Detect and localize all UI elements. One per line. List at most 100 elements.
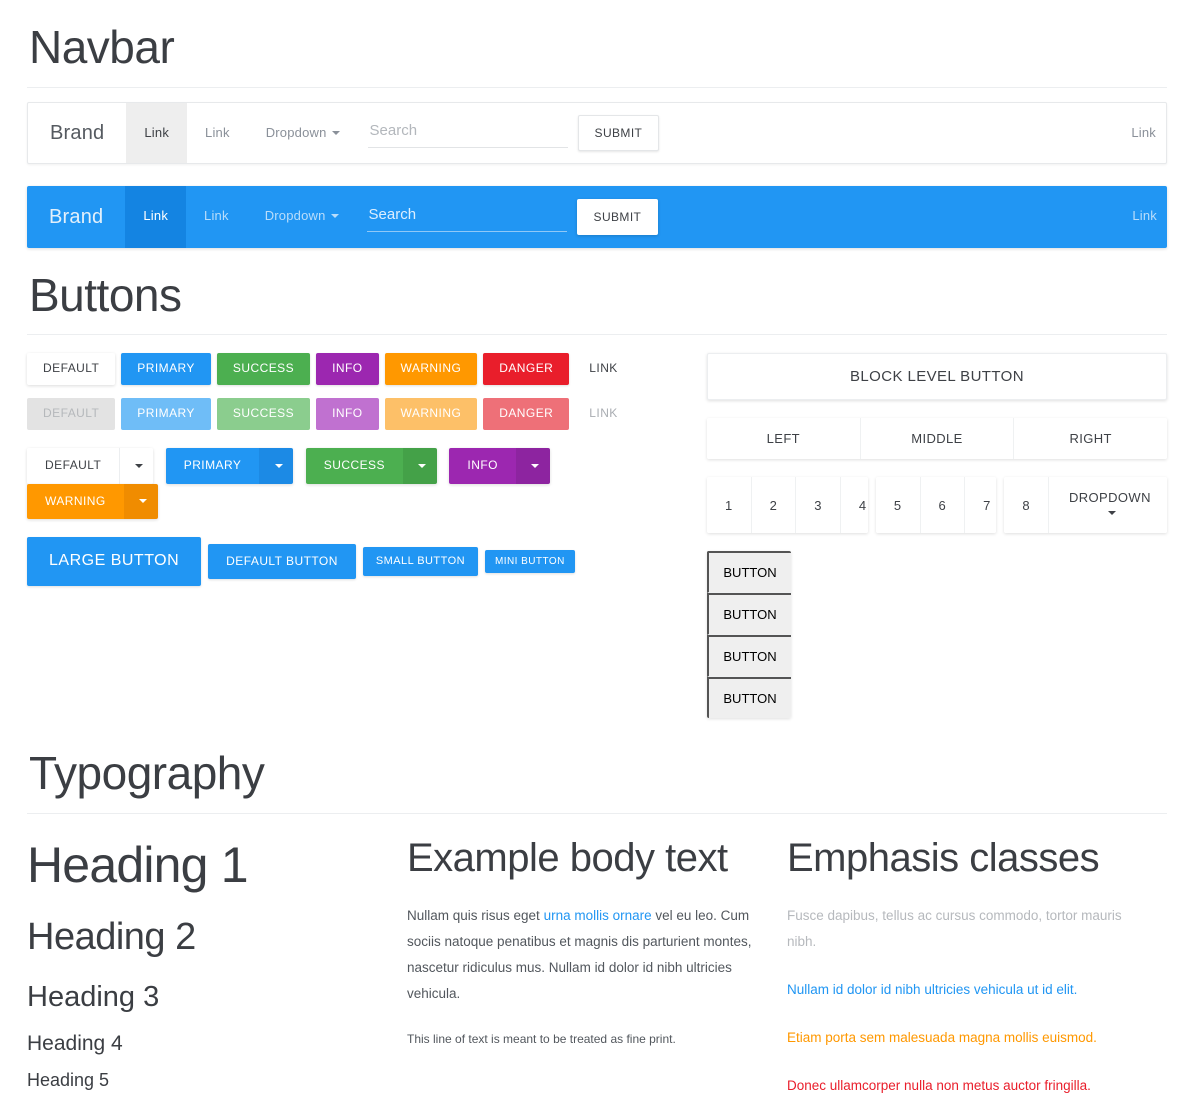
button-page-7[interactable]: 7 xyxy=(965,477,997,534)
button-mini[interactable]: MINI BUTTON xyxy=(484,549,575,574)
navbar-default: Brand Link Link Dropdown SUBMIT Link xyxy=(27,101,1167,164)
fine-print: This line of text is meant to be treated… xyxy=(407,1031,676,1046)
split-label-success[interactable]: SUCCESS xyxy=(305,447,403,484)
button-group-8-dropdown: 8 DROPDOWN xyxy=(1004,477,1167,534)
button-info-disabled: INFO xyxy=(316,397,379,430)
body-text-before-link: Nullam quis risus eget xyxy=(407,907,544,923)
button-toolbar: 1 2 3 4 5 6 7 8 DROPDOWN xyxy=(707,477,1167,534)
button-danger[interactable]: DANGER xyxy=(483,353,570,385)
button-page-1[interactable]: 1 xyxy=(707,477,752,534)
navbar-inverse: Brand Link Link Dropdown SUBMIT Link xyxy=(27,185,1167,248)
block-level-button[interactable]: BLOCK LEVEL BUTTON xyxy=(707,353,1167,401)
vertical-button-4[interactable]: BUTTON xyxy=(707,677,791,719)
split-toggle-info[interactable] xyxy=(515,447,550,484)
button-success-disabled: SUCCESS xyxy=(216,397,311,430)
split-toggle-success[interactable] xyxy=(402,447,437,484)
button-dropdown[interactable]: DROPDOWN xyxy=(1048,477,1167,534)
chevron-down-icon xyxy=(1108,511,1117,516)
button-page-5[interactable]: 5 xyxy=(875,477,921,534)
navbar-dropdown-label: Dropdown xyxy=(265,124,327,140)
page-title-buttons: Buttons xyxy=(29,268,182,321)
button-group-thirds: LEFT MIDDLE RIGHT xyxy=(707,418,1167,460)
style-guide-page: Navbar Brand Link Link Dropdown SUBMIT L… xyxy=(0,22,1194,1099)
body-text-column: Example body text Nullam quis risus eget… xyxy=(407,836,787,1099)
emphasis-column: Emphasis classes Fusce dapibus, tellus a… xyxy=(787,836,1167,1099)
button-page-2[interactable]: 2 xyxy=(751,477,797,534)
search-input-inverse[interactable] xyxy=(366,201,567,232)
split-button-primary: PRIMARY xyxy=(165,447,294,484)
navbar-dropdown[interactable]: Dropdown xyxy=(248,103,358,163)
button-right[interactable]: RIGHT xyxy=(1014,418,1167,460)
button-link[interactable]: LINK xyxy=(575,353,631,385)
vertical-button-2[interactable]: BUTTON xyxy=(707,593,791,636)
split-dropdown-row: DEFAULT PRIMARY SUCCESS INFO WARNING xyxy=(27,447,647,520)
button-default[interactable]: DEFAULT xyxy=(27,353,116,385)
navbar-inverse-right-link[interactable]: Link xyxy=(1114,186,1167,248)
chevron-down-icon xyxy=(531,463,540,468)
split-toggle-warning[interactable] xyxy=(123,483,158,520)
navbar-link[interactable]: Link xyxy=(187,103,248,163)
navbar-link-active[interactable]: Link xyxy=(126,102,188,163)
button-small[interactable]: SMALL BUTTON xyxy=(362,547,478,576)
submit-button-inverse[interactable]: SUBMIT xyxy=(576,198,659,235)
text-muted: Fusce dapibus, tellus ac cursus commodo,… xyxy=(787,907,1122,949)
chevron-down-icon xyxy=(274,463,283,468)
navbar-search-form: SUBMIT xyxy=(367,114,660,151)
button-primary[interactable]: PRIMARY xyxy=(121,353,211,385)
split-toggle-primary[interactable] xyxy=(259,447,294,484)
vertical-button-3[interactable]: BUTTON xyxy=(707,635,791,678)
navbar-inverse-dropdown-label: Dropdown xyxy=(264,207,326,223)
button-page-4[interactable]: 4 xyxy=(840,477,868,534)
emphasis-title: Emphasis classes xyxy=(787,835,1100,880)
split-button-warning: WARNING xyxy=(27,483,158,520)
split-button-info: INFO xyxy=(449,447,550,484)
split-toggle-default[interactable] xyxy=(119,447,154,484)
button-page-6[interactable]: 6 xyxy=(920,477,966,534)
button-group-1-4: 1 2 3 4 xyxy=(707,477,868,534)
button-info[interactable]: INFO xyxy=(316,353,379,385)
button-success[interactable]: SUCCESS xyxy=(216,353,311,385)
button-left[interactable]: LEFT xyxy=(707,418,861,460)
button-link-disabled: LINK xyxy=(575,398,631,430)
buttons-right-column: BLOCK LEVEL BUTTON LEFT MIDDLE RIGHT 1 2… xyxy=(707,353,1167,719)
split-label-primary[interactable]: PRIMARY xyxy=(165,447,260,484)
button-primary-disabled: PRIMARY xyxy=(121,397,211,430)
search-input[interactable] xyxy=(367,117,568,148)
split-label-default[interactable]: DEFAULT xyxy=(27,447,120,484)
navbar-inverse-brand[interactable]: Brand xyxy=(27,187,125,247)
button-sizes-row: LARGE BUTTON DEFAULT BUTTON SMALL BUTTON… xyxy=(27,537,647,586)
contextual-buttons-row: DEFAULT PRIMARY SUCCESS INFO WARNING DAN… xyxy=(27,353,647,385)
submit-button[interactable]: SUBMIT xyxy=(577,114,660,151)
split-label-info[interactable]: INFO xyxy=(449,447,516,484)
body-inline-link[interactable]: urna mollis ornare xyxy=(544,908,652,923)
section-divider xyxy=(27,812,1167,814)
button-warning-disabled: WARNING xyxy=(384,397,478,430)
text-warning: Etiam porta sem malesuada magna mollis e… xyxy=(787,1029,1097,1045)
button-page-3[interactable]: 3 xyxy=(796,477,841,534)
heading-2: Heading 2 xyxy=(27,915,196,958)
split-label-warning[interactable]: WARNING xyxy=(27,483,124,520)
split-button-success: SUCCESS xyxy=(305,447,437,484)
button-warning[interactable]: WARNING xyxy=(384,353,478,385)
button-default-size[interactable]: DEFAULT BUTTON xyxy=(208,543,356,580)
navbar-inverse-dropdown[interactable]: Dropdown xyxy=(247,186,357,248)
chevron-down-icon xyxy=(139,499,148,504)
navbar-inverse-link[interactable]: Link xyxy=(186,186,247,248)
heading-1: Heading 1 xyxy=(27,836,249,893)
navbar-inverse-link-active[interactable]: Link xyxy=(125,185,187,248)
page-title-navbar: Navbar xyxy=(29,21,175,73)
button-default-disabled: DEFAULT xyxy=(27,397,116,430)
text-danger: Donec ullamcorper nulla non metus auctor… xyxy=(787,1077,1091,1093)
navbar-right-link[interactable]: Link xyxy=(1113,103,1166,163)
buttons-grid: DEFAULT PRIMARY SUCCESS INFO WARNING DAN… xyxy=(27,353,1167,719)
chevron-down-icon xyxy=(330,213,339,218)
vertical-button-group: BUTTON BUTTON BUTTON BUTTON xyxy=(707,551,791,719)
navbar-brand[interactable]: Brand xyxy=(28,103,126,163)
page-title-typography: Typography xyxy=(29,747,265,800)
heading-3: Heading 3 xyxy=(27,980,160,1013)
text-primary: Nullam id dolor id nibh ultricies vehicu… xyxy=(787,981,1078,997)
button-middle[interactable]: MIDDLE xyxy=(860,418,1015,460)
button-large[interactable]: LARGE BUTTON xyxy=(27,537,202,586)
vertical-button-1[interactable]: BUTTON xyxy=(707,551,791,594)
button-page-8[interactable]: 8 xyxy=(1004,477,1049,534)
